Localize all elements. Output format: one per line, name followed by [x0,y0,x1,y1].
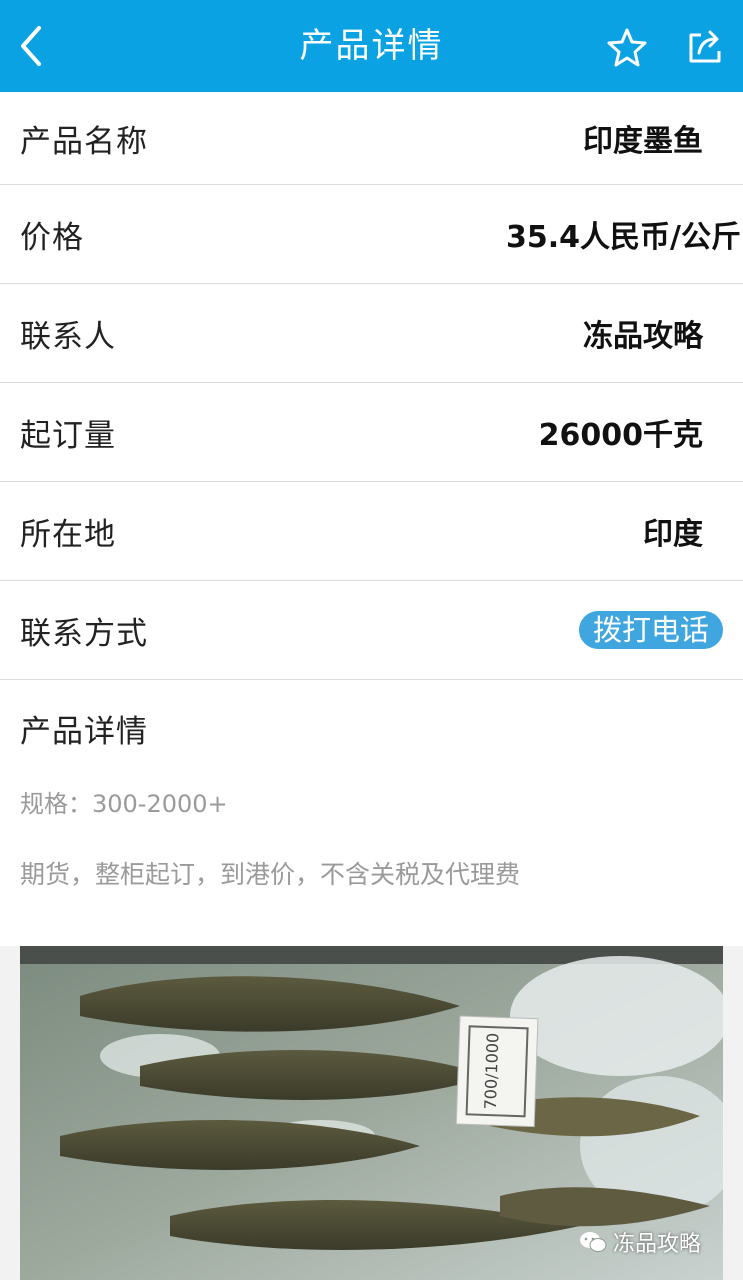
field-label: 所在地 [20,516,116,553]
field-label: 起订量 [20,417,116,454]
header-bar: 产品详情 [0,0,743,92]
call-button[interactable]: 拨打电话 [578,611,723,649]
field-value: 冻品攻略 [583,319,703,354]
star-icon [607,28,647,67]
field-value: 印度 [643,517,703,552]
row-location: 所在地 印度 [0,482,743,581]
field-label: 联系方式 [20,615,148,652]
favorite-button[interactable] [604,24,650,70]
product-detail-section: 产品详情 规格：300-2000+ 期货，整柜起订，到港价，不含关税及代理费 [0,684,743,946]
photo-tag-text: 700/1000 [481,1032,503,1109]
watermark-text: 冻品攻略 [612,1232,701,1257]
row-contact-method: 联系方式 拨打电话 [0,581,743,680]
detail-note: 期货，整柜起订，到港价，不含关税及代理费 [20,860,521,889]
row-contact-person: 联系人 冻品攻略 [0,284,743,383]
field-label: 产品名称 [20,123,148,160]
row-min-order: 起订量 26000千克 [0,383,743,482]
detail-spec: 规格：300-2000+ [20,790,228,818]
field-value: 26000千克 [538,418,703,453]
field-label: 价格 [20,219,84,256]
share-button[interactable] [682,24,728,70]
field-value: 印度墨鱼 [583,124,703,159]
product-info-list: 产品名称 印度墨鱼 价格 35.4人民币/公斤 联系人 冻品攻略 起订量 260… [0,92,743,680]
field-value: 35.4人民币/公斤 [506,220,741,255]
share-icon [689,30,721,63]
product-photo[interactable]: 700/1000 冻品攻略 [20,946,723,1280]
row-product-name: 产品名称 印度墨鱼 [0,92,743,185]
watermark: 冻品攻略 [579,1226,701,1258]
wechat-icon [579,1232,607,1252]
row-price: 价格 35.4人民币/公斤 [0,185,743,284]
detail-heading: 产品详情 [20,714,148,750]
field-label: 联系人 [20,318,116,355]
